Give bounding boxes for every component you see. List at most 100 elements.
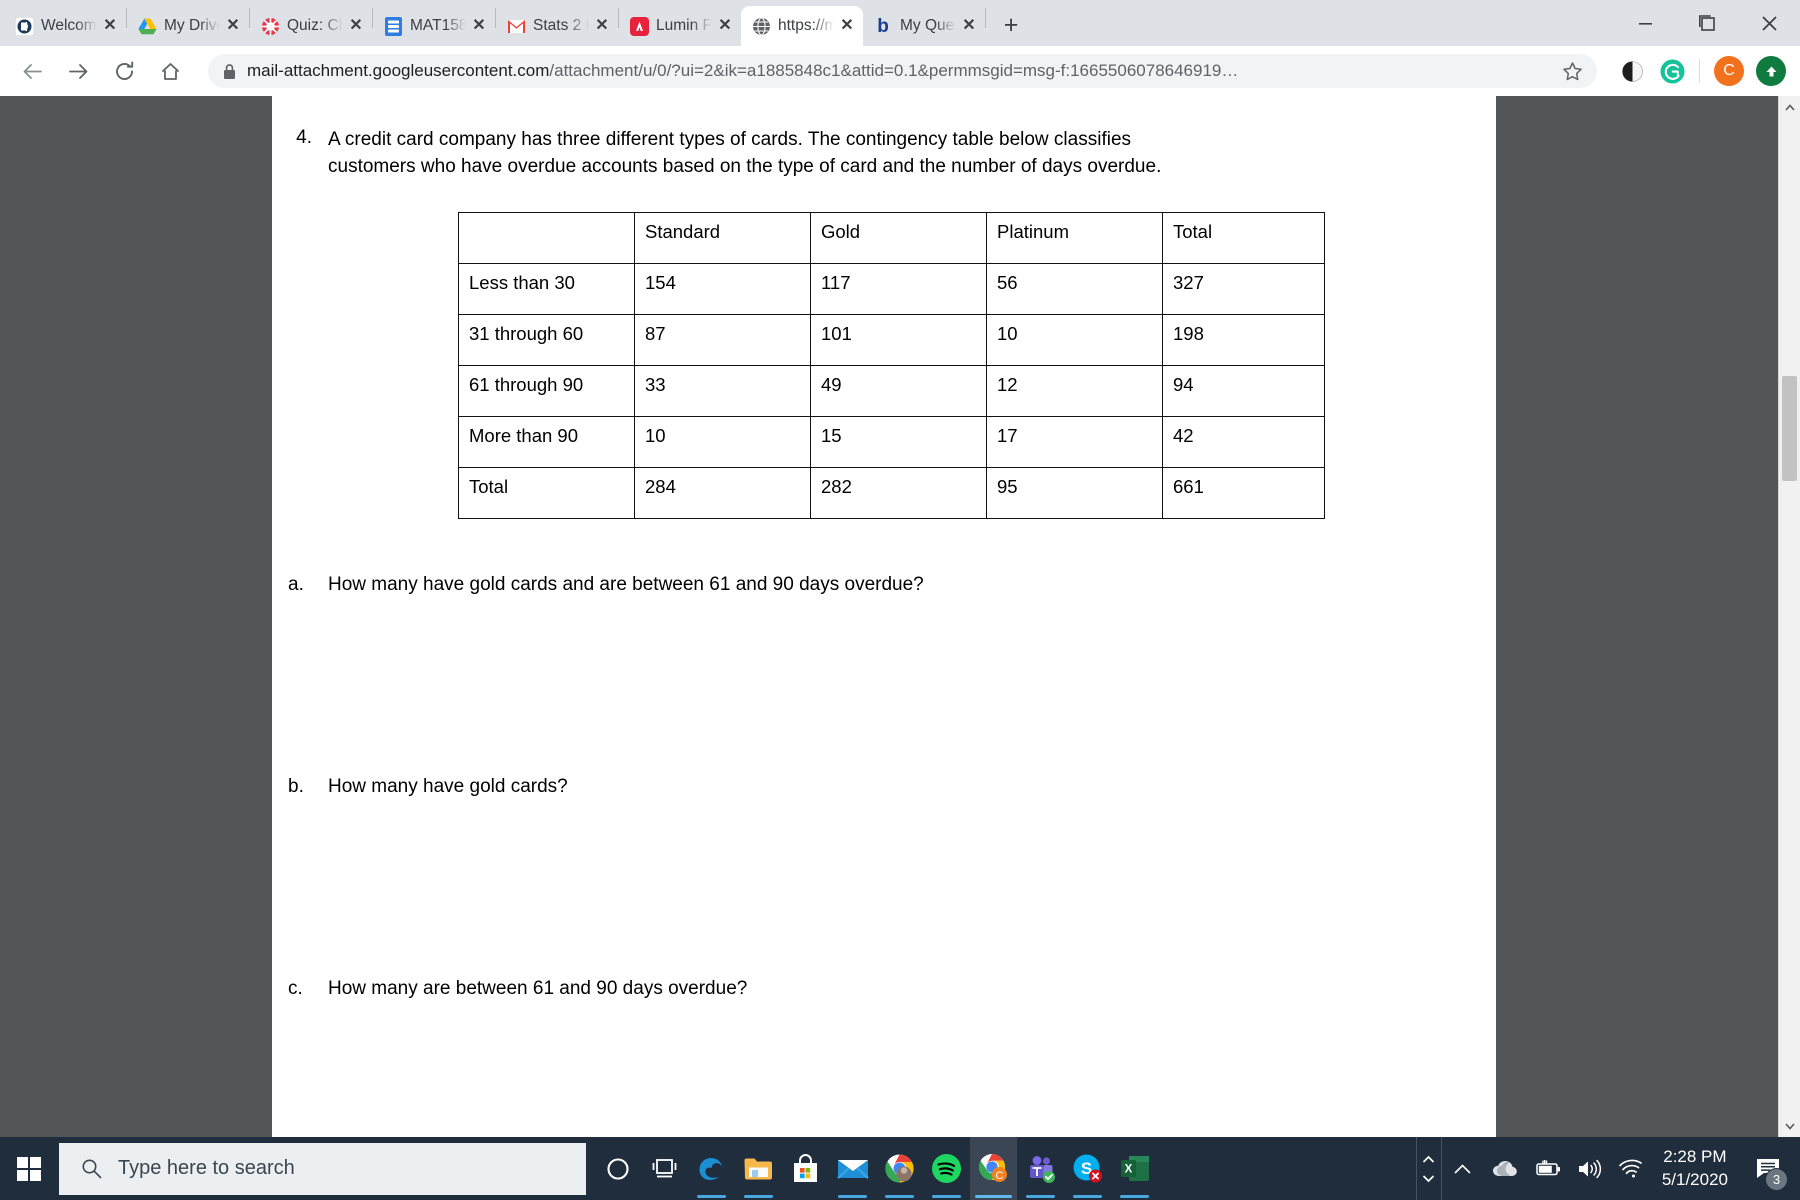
address-bar[interactable]: mail-attachment.googleusercontent.com/at… [208,54,1597,88]
table-header-cell [458,211,635,264]
browser-tab-2[interactable]: Quiz: Chap ✕ [250,6,372,46]
tab-close-button[interactable]: ✕ [225,18,241,34]
address-host: mail-attachment.googleusercontent.com [247,61,550,80]
table-cell: 10 [986,313,1163,366]
browser-tab-3[interactable]: MAT158 Fi ✕ [373,6,495,46]
table-cell: 154 [634,262,811,315]
tab-title: Quiz: Chap [287,17,344,34]
scroll-up-arrow-icon[interactable] [1779,96,1800,118]
table-cell: 284 [634,466,811,519]
brainly-icon: b [877,15,889,37]
scroll-down-arrow-icon [1423,1174,1435,1182]
wifi-icon[interactable] [1610,1137,1652,1200]
question-block: 4. A credit card company has three diffe… [272,126,1456,181]
close-icon[interactable] [1738,0,1800,46]
onedrive-cloud-icon[interactable] [1484,1137,1526,1200]
table-cell: Total [458,466,635,519]
cortana-icon[interactable] [594,1137,641,1200]
forward-arrow-icon[interactable] [60,53,96,89]
tab-title: My Drive - [164,17,221,34]
tab-close-button[interactable]: ✕ [717,18,733,34]
battery-charging-icon[interactable] [1526,1137,1568,1200]
browser-tab-5[interactable]: Lumin PDF ✕ [619,6,741,46]
subquestion-text: How many have gold cards? [328,775,568,797]
table-header-cell: Standard [634,211,811,264]
search-input[interactable]: Type here to search [59,1142,586,1195]
table-cell: 33 [634,364,811,417]
tab-title: MAT158 Fi [410,17,467,34]
tab-close-button[interactable]: ✕ [594,18,610,34]
browser-tab-1[interactable]: My Drive - ✕ [127,6,249,46]
profile-avatar[interactable]: C [1714,56,1744,86]
browser-tab-6-active[interactable]: https://ma ✕ [741,6,863,46]
tab-title: Lumin PDF [656,17,713,34]
tab-close-button[interactable]: ✕ [839,18,855,34]
skype-icon[interactable]: S [1064,1137,1111,1200]
address-path: /attachment/u/0/?ui=2&ik=a1885848c1&atti… [549,61,1239,80]
scrollbar-thumb[interactable] [1782,376,1797,481]
contingency-table: Standard Gold Platinum Total Less than 3… [458,211,1325,519]
question-number: 4. [296,127,312,148]
table-cell: More than 90 [458,415,635,468]
new-tab-button[interactable]: + [994,8,1028,42]
subquestion-label: c. [288,977,303,999]
windows-start-icon[interactable] [0,1137,57,1200]
home-icon[interactable] [152,53,188,89]
tab-title: Stats 2 Fiar [533,17,590,34]
browser-tab-0[interactable]: Welcome t ✕ [4,6,126,46]
table-header-row: Standard Gold Platinum Total [458,211,1325,264]
mail-icon[interactable] [829,1137,876,1200]
tab-close-button[interactable]: ✕ [471,18,487,34]
table-cell: 49 [810,364,987,417]
grammarly-extension-icon[interactable] [1657,56,1687,86]
microsoft-teams-icon[interactable] [1017,1137,1064,1200]
chrome-active-icon[interactable]: C [970,1137,1017,1200]
excel-icon[interactable]: X [1111,1137,1158,1200]
reload-icon[interactable] [106,53,142,89]
table-row: 61 through 90 33 49 12 94 [458,364,1325,417]
star-icon[interactable] [1562,61,1583,82]
task-view-icon[interactable] [641,1137,688,1200]
browser-tab-4[interactable]: Stats 2 Fiar ✕ [496,6,618,46]
microsoft-store-icon[interactable] [782,1137,829,1200]
file-explorer-icon[interactable] [735,1137,782,1200]
microsoft-edge-icon[interactable] [688,1137,735,1200]
taskbar-scroll-buttons[interactable] [1415,1137,1442,1200]
tab-close-button[interactable]: ✕ [102,18,118,34]
tab-close-button[interactable]: ✕ [348,18,364,34]
update-arrow-icon[interactable] [1756,56,1786,86]
question-text: A credit card company has three differen… [328,129,1162,178]
browser-tab-7[interactable]: b My Questic ✕ [863,6,985,46]
minimize-icon[interactable] [1614,0,1676,46]
toolbar-divider [1699,59,1700,83]
maximize-icon[interactable] [1676,0,1738,46]
table-cell: Less than 30 [458,262,635,315]
spotify-icon[interactable] [923,1137,970,1200]
table-cell: 661 [1162,466,1325,519]
back-arrow-icon[interactable] [14,53,50,89]
subquestion-label: a. [288,573,304,595]
dark-reader-extension-icon[interactable] [1617,56,1647,86]
table-cell: 94 [1162,364,1325,417]
chrome-profile-icon[interactable] [876,1137,923,1200]
table-cell: 10 [634,415,811,468]
globe-icon [751,16,771,36]
pdf-viewport: 4. A credit card company has three diffe… [0,96,1800,1137]
table-header-cell: Platinum [986,211,1163,264]
table-total-row: Total 284 282 95 661 [458,466,1325,519]
table-cell: 327 [1162,262,1325,315]
clock-time: 2:28 PM [1663,1147,1727,1167]
scroll-down-arrow-icon[interactable] [1779,1115,1800,1137]
chevron-up-icon[interactable] [1442,1137,1484,1200]
table-header-cell: Total [1162,211,1325,264]
table-cell: 61 through 90 [458,364,635,417]
blackboard-icon [14,16,34,36]
system-tray: 2:28 PM 5/1/2020 3 [1415,1137,1800,1200]
tab-close-button[interactable]: ✕ [961,18,977,34]
gmail-icon [506,16,526,36]
taskbar-clock[interactable]: 2:28 PM 5/1/2020 [1652,1146,1742,1191]
page-scrollbar[interactable] [1778,96,1800,1137]
speaker-icon[interactable] [1568,1137,1610,1200]
table-row: 31 through 60 87 101 10 198 [458,313,1325,366]
action-center-icon[interactable]: 3 [1742,1137,1794,1200]
